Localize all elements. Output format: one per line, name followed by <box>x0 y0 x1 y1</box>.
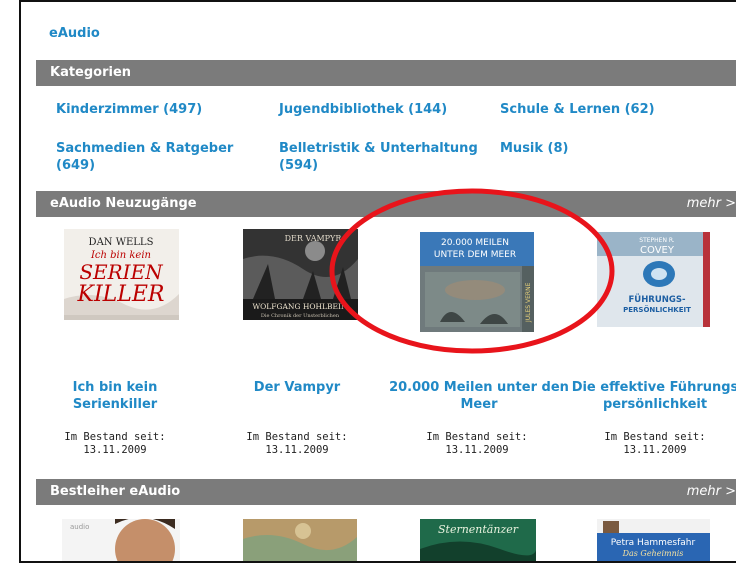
stock-info-3: Im Bestand seit: 13.11.2009 <box>402 431 552 457</box>
cover-4-line-2: COVEY <box>640 245 675 256</box>
cover-2-author: WOLFGANG HOHLBEIN <box>252 302 348 311</box>
book-title-3[interactable]: 20.000 Meilen unter den Meer <box>388 379 570 413</box>
top-borrowers-more-link[interactable]: mehr > <box>687 484 736 499</box>
eaudio-title-link[interactable]: eAudio <box>49 26 100 41</box>
borrower-cover-3[interactable]: Sternentänzer <box>420 519 536 561</box>
stock-info-4: Im Bestand seit: 13.11.2009 <box>580 431 730 457</box>
new-items-header: eAudio Neuzugänge mehr > <box>36 191 736 217</box>
borrower-cover-4-title: Das Geheimnis <box>622 549 684 558</box>
borrower-cover-1-text: audio <box>70 523 89 531</box>
stock-info-1: Im Bestand seit: 13.11.2009 <box>45 431 185 457</box>
stock-label-4: Im Bestand seit: <box>604 431 706 443</box>
new-items-title: eAudio Neuzugänge <box>50 196 197 211</box>
category-musik[interactable]: Musik (8) <box>500 140 569 157</box>
frame-border-top <box>19 0 736 2</box>
borrower-cover-1[interactable]: audio <box>62 519 180 561</box>
category-belletristik[interactable]: Belletristik & Unterhaltung (594) <box>279 140 479 174</box>
category-jugendbibliothek[interactable]: Jugendbibliothek (144) <box>279 101 447 118</box>
cover-20000-meilen[interactable]: 20.000 MEILEN UNTER DEM MEER JULES VERNE <box>420 232 534 332</box>
cover-4-line-1: STEPHEN R. <box>639 237 675 244</box>
cover-serienkiller[interactable]: DAN WELLS Ich bin kein SERIEN KILLER <box>64 229 179 320</box>
new-items-more-link[interactable]: mehr > <box>687 196 736 211</box>
borrower-cover-4[interactable]: Petra Hammesfahr Das Geheimnis <box>597 519 710 561</box>
book-title-4[interactable]: Die effektive Führungspersönlichkeit <box>570 379 736 413</box>
cover-3-author: JULES VERNE <box>525 282 532 323</box>
stock-date-1: 13.11.2009 <box>83 444 147 456</box>
page-frame: eAudio Kategorien Kinderzimmer (497) Jug… <box>0 0 736 563</box>
cover-3-line-1: 20.000 MEILEN <box>441 238 509 248</box>
category-sachmedien[interactable]: Sachmedien & Ratgeber (649) <box>56 140 266 174</box>
borrower-cover-3-text: Sternentänzer <box>438 523 519 536</box>
cover-1-line-3: SERIEN <box>79 260 164 284</box>
stock-date-3: 13.11.2009 <box>445 444 509 456</box>
cover-2-subtitle: Die Chronik der Unsterblichen <box>261 313 340 319</box>
stock-label-1: Im Bestand seit: <box>64 431 166 443</box>
borrower-cover-2[interactable] <box>243 519 357 561</box>
top-borrowers-title: Bestleiher eAudio <box>50 484 181 499</box>
categories-title: Kategorien <box>50 65 132 80</box>
stock-date-4: 13.11.2009 <box>623 444 687 456</box>
cover-vampyr[interactable]: DER VAMPYR WOLFGANG HOHLBEIN Die Chronik… <box>243 229 358 320</box>
category-schule-lernen[interactable]: Schule & Lernen (62) <box>500 101 655 118</box>
cover-fuehrungspersoenlichkeit[interactable]: STEPHEN R. COVEY FÜHRUNGS- PERSÖNLICHKEI… <box>597 232 710 327</box>
book-title-1[interactable]: Ich bin kein Serienkiller <box>45 379 185 413</box>
book-title-2[interactable]: Der Vampyr <box>222 379 372 396</box>
categories-header: Kategorien <box>36 60 736 86</box>
category-kinderzimmer[interactable]: Kinderzimmer (497) <box>56 101 202 118</box>
cover-2-title: DER VAMPYR <box>285 234 343 243</box>
stock-label-3: Im Bestand seit: <box>426 431 528 443</box>
cover-4-line-3: FÜHRUNGS- <box>628 294 685 305</box>
cover-3-line-2: UNTER DEM MEER <box>434 250 516 260</box>
cover-1-line-4: KILLER <box>77 282 165 307</box>
stock-date-2: 13.11.2009 <box>265 444 329 456</box>
stock-info-2: Im Bestand seit: 13.11.2009 <box>222 431 372 457</box>
cover-1-author: DAN WELLS <box>89 237 154 248</box>
stock-label-2: Im Bestand seit: <box>246 431 348 443</box>
borrower-cover-4-author: Petra Hammesfahr <box>611 538 696 548</box>
cover-4-line-4: PERSÖNLICHKEIT <box>623 305 691 314</box>
top-borrowers-header: Bestleiher eAudio mehr > <box>36 479 736 505</box>
frame-border-left <box>19 0 21 563</box>
